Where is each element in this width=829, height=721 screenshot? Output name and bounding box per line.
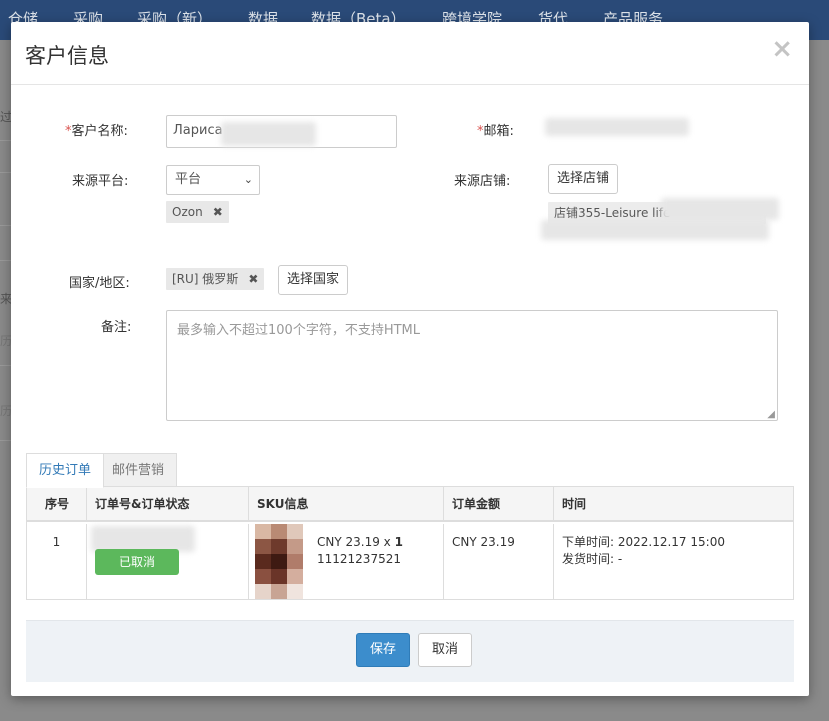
time-cell: 下单时间: 2022.12.17 15:00 发货时间: -: [554, 524, 793, 599]
table-row: 1 已取消 CNY 23.19 x 1 11121237521 CNY 23.1…: [27, 524, 793, 599]
source-platform-label: 来源平台:: [72, 174, 129, 189]
source-platform-select[interactable]: 平台 ⌄: [166, 165, 260, 195]
email-label: *邮箱:: [477, 124, 514, 139]
sku-cell: CNY 23.19 x 1 11121237521: [249, 524, 444, 599]
product-thumbnail[interactable]: [255, 524, 303, 600]
column-header: 时间: [562, 497, 587, 511]
column-header: SKU信息: [249, 487, 444, 522]
remark-placeholder: 最多输入不超过100个字符，不支持HTML: [177, 323, 420, 338]
order-history-table: 序号 订单号&订单状态 SKU信息 订单金额 时间 1 已取消 CNY 23.1…: [26, 486, 794, 600]
table-header: 序号 订单号&订单状态 SKU信息 订单金额 时间: [27, 487, 793, 522]
order-amount: CNY 23.19: [444, 524, 554, 599]
ship-time: 发货时间: -: [562, 552, 623, 566]
save-button[interactable]: 保存: [356, 633, 410, 667]
customer-name-label: *客户名称:: [65, 124, 128, 139]
resize-handle-icon[interactable]: ◢: [767, 409, 775, 420]
redacted-region: [661, 198, 779, 220]
column-header: 序号: [27, 487, 87, 522]
column-header: 订单金额: [444, 487, 554, 522]
remove-tag-icon[interactable]: ✖: [213, 205, 223, 219]
select-store-button[interactable]: 选择店铺: [548, 164, 618, 194]
source-store-label: 来源店铺:: [454, 174, 511, 189]
remark-label: 备注:: [101, 320, 132, 335]
close-icon[interactable]: ×: [771, 36, 793, 62]
sku-code[interactable]: 11121237521: [317, 551, 401, 568]
country-tag: [RU] 俄罗斯 ✖: [166, 268, 265, 290]
redacted-region: [541, 220, 769, 240]
order-time: 下单时间: 2022.12.17 15:00: [562, 535, 725, 549]
remove-tag-icon[interactable]: ✖: [248, 272, 258, 286]
modal-title: 客户信息: [25, 44, 109, 68]
row-index: 1: [27, 524, 87, 599]
chevron-down-icon: ⌄: [243, 173, 253, 186]
sku-price: CNY 23.19 x 1: [317, 535, 403, 549]
modal-header: 客户信息 ×: [11, 22, 809, 85]
cancel-button[interactable]: 取消: [418, 633, 472, 667]
customer-info-modal: 客户信息 × *客户名称: Лариса *邮箱: 来源平台: 平台 ⌄ Ozo…: [11, 22, 809, 696]
modal-footer: 保存 取消: [26, 620, 794, 682]
redacted-region: [221, 122, 316, 146]
country-label: 国家/地区:: [69, 276, 130, 291]
tab-email-marketing[interactable]: 邮件营销: [99, 453, 178, 488]
platform-tag: Ozon ✖: [166, 201, 229, 223]
email-value-redacted: [545, 118, 689, 136]
remark-textarea[interactable]: 最多输入不超过100个字符，不支持HTML ◢: [166, 310, 778, 421]
order-cell: 已取消: [87, 524, 249, 599]
status-badge: 已取消: [95, 549, 179, 575]
tab-order-history[interactable]: 历史订单: [26, 453, 105, 488]
customer-name-value: Лариса: [173, 123, 223, 138]
source-platform-value: 平台: [175, 172, 202, 187]
select-country-button[interactable]: 选择国家: [278, 265, 348, 295]
column-header: 订单号&订单状态: [87, 487, 249, 522]
